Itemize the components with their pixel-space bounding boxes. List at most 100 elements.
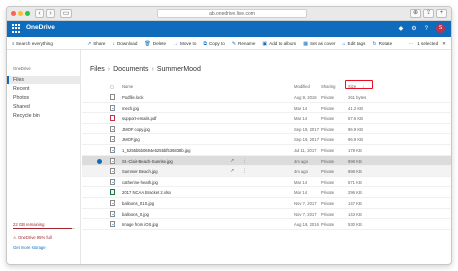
file-sharing: Private bbox=[321, 158, 335, 164]
share-page-button[interactable]: ⇪ bbox=[423, 9, 434, 18]
share-button[interactable]: ↗ Share bbox=[87, 41, 105, 47]
minimize-window-icon[interactable] bbox=[18, 11, 23, 16]
settings-gear-icon[interactable]: ⚙ bbox=[411, 25, 416, 32]
copy-to-button[interactable]: ⧉ Copy to bbox=[203, 41, 224, 47]
storage-remaining[interactable]: 22 GB remaining bbox=[13, 222, 44, 227]
table-row[interactable]: balloons_0.jpg Nov 7, 2017 Private 143 KB bbox=[82, 209, 451, 220]
file-name[interactable]: mech.jpg bbox=[122, 106, 272, 111]
rename-icon: ✎ bbox=[231, 40, 237, 47]
more-commands-button[interactable]: ··· bbox=[409, 41, 414, 46]
row-checkbox[interactable] bbox=[97, 158, 102, 164]
rotate-button[interactable]: ↻ Rotate bbox=[372, 41, 392, 47]
row-more-icon[interactable]: ⋮ bbox=[242, 168, 247, 174]
sidebar-toggle-button[interactable]: ▭ bbox=[60, 9, 72, 18]
table-row[interactable]: mech.jpg Mar 14 Private 41.2 KB bbox=[82, 103, 451, 114]
file-name[interactable]: catherine-heath.jpg bbox=[122, 180, 272, 185]
image-file-icon bbox=[110, 104, 115, 111]
column-header-sharing[interactable]: Sharing bbox=[321, 84, 335, 89]
file-name[interactable]: Podfile.lock bbox=[122, 95, 272, 100]
table-row[interactable]: 1_5255b5b0694e5255bf536838b.jpg Jul 11, 2… bbox=[82, 145, 451, 156]
file-name[interactable]: JMOF.jpg bbox=[122, 137, 272, 142]
move-to-button[interactable]: → Move to bbox=[173, 41, 196, 47]
close-window-icon[interactable] bbox=[11, 11, 16, 16]
rename-button[interactable]: ✎ Rename bbox=[232, 41, 256, 47]
breadcrumb-documents[interactable]: Documents bbox=[113, 66, 148, 73]
sidebar-item-recycle-bin[interactable]: Recycle bin bbox=[7, 112, 81, 120]
table-row[interactable]: balloons_01S.jpg Nov 7, 2017 Private 147 KB bbox=[82, 198, 451, 209]
file-name[interactable]: Image from iOS.jpg bbox=[122, 222, 272, 227]
edit-tags-button[interactable]: ⌂ Edit tags bbox=[342, 41, 365, 47]
table-row[interactable]: JMOF copy.jpg Sep 19, 2017 Private 96.9 KB bbox=[82, 124, 451, 135]
breadcrumb-files[interactable]: Files bbox=[90, 66, 105, 73]
table-row[interactable]: Summer Beach.jpg 4m ago Private 898 KB ↗ ⋮ bbox=[82, 166, 451, 177]
sidebar-item-files[interactable]: Files bbox=[7, 76, 81, 84]
row-checkbox[interactable] bbox=[97, 148, 102, 153]
file-name[interactable]: JMOF copy.jpg bbox=[122, 127, 272, 132]
file-name[interactable]: 1_5255b5b0694e5255bf536838b.jpg bbox=[122, 148, 272, 153]
file-size: 296 KB bbox=[348, 190, 362, 196]
command-label: Copy to bbox=[208, 41, 225, 46]
storage-warning[interactable]: ⚠ OneDrive 95% full bbox=[13, 235, 52, 240]
row-checkbox[interactable] bbox=[97, 127, 102, 132]
maximize-window-icon[interactable] bbox=[25, 11, 30, 16]
clear-selection-button[interactable]: ✕ bbox=[442, 41, 446, 47]
image-file-icon bbox=[110, 157, 115, 164]
file-sharing: Private bbox=[321, 105, 335, 111]
row-checkbox[interactable] bbox=[97, 116, 102, 121]
sidebar-item-photos[interactable]: Photos bbox=[7, 94, 81, 102]
new-tab-button[interactable]: + bbox=[436, 9, 447, 18]
row-checkbox[interactable] bbox=[97, 180, 102, 185]
table-row[interactable]: 2017 NCAA Bracket 2.xlsx Mar 14 Private 296… bbox=[82, 187, 451, 198]
row-checkbox[interactable] bbox=[97, 201, 102, 206]
column-header-name[interactable]: Name bbox=[122, 84, 133, 89]
row-checkbox[interactable] bbox=[97, 222, 102, 227]
get-more-storage-link[interactable]: Get more storage bbox=[13, 245, 46, 250]
download-button[interactable]: ↓ Download bbox=[112, 41, 137, 47]
row-checkbox[interactable] bbox=[97, 190, 102, 195]
table-row[interactable]: Podfile.lock Aug 9, 2016 Private 261 bytes bbox=[82, 92, 451, 103]
delete-button[interactable]: 🗑 Delete bbox=[144, 41, 166, 47]
search-icon: ⌕ bbox=[12, 41, 15, 46]
command-label: Add to album bbox=[269, 41, 297, 46]
file-name[interactable]: support-emails.pdf bbox=[122, 116, 272, 121]
search-input[interactable]: ⌕ Search everything bbox=[12, 39, 82, 48]
table-row[interactable]: support-emails.pdf Mar 14 Private 67.6 KB bbox=[82, 113, 451, 124]
file-name[interactable]: balloons_01S.jpg bbox=[122, 201, 272, 206]
file-size: 178 KB bbox=[348, 148, 362, 153]
add-to-album-button[interactable]: ▣ Add to album bbox=[262, 41, 296, 47]
table-row[interactable]: St.-Clair-Beach-Sunrise.jpg 4m ago Private… bbox=[82, 155, 451, 167]
table-row[interactable]: Image from iOS.jpg Aug 19, 2016 Private 530… bbox=[82, 219, 451, 230]
row-share-icon[interactable]: ↗ bbox=[230, 168, 234, 174]
row-share-icon[interactable]: ↗ bbox=[230, 158, 234, 164]
row-checkbox[interactable] bbox=[97, 95, 102, 100]
downloads-button[interactable]: ⊕ bbox=[410, 9, 421, 18]
row-checkbox[interactable] bbox=[97, 106, 102, 111]
avatar[interactable]: S bbox=[436, 24, 445, 33]
sidebar-item-shared[interactable]: Shared bbox=[7, 103, 81, 111]
row-checkbox[interactable] bbox=[97, 169, 102, 174]
file-type-header-icon[interactable]: ▢ bbox=[110, 84, 114, 89]
storage-usage-bar bbox=[13, 228, 75, 229]
address-bar[interactable]: ab.onedrive.live.com bbox=[157, 9, 307, 18]
file-name[interactable]: Summer Beach.jpg bbox=[122, 169, 272, 174]
forward-button[interactable]: › bbox=[46, 9, 55, 18]
app-launcher-icon[interactable] bbox=[12, 24, 21, 33]
row-checkbox[interactable] bbox=[97, 212, 102, 217]
set-as-cover-button[interactable]: ▦ Set as cover bbox=[303, 41, 335, 47]
table-row[interactable]: JMOF.jpg Sep 19, 2017 Private 96.9 KB bbox=[82, 134, 451, 145]
file-name[interactable]: St.-Clair-Beach-Sunrise.jpg bbox=[122, 159, 272, 164]
table-row[interactable]: catherine-heath.jpg Mar 14 Private 671 KB bbox=[82, 177, 451, 188]
row-checkbox[interactable] bbox=[97, 137, 102, 142]
app-brand[interactable]: OneDrive bbox=[26, 24, 55, 31]
file-modified: Jul 11, 2017 bbox=[294, 148, 317, 153]
premium-diamond-icon[interactable]: ◆ bbox=[399, 25, 404, 32]
help-icon[interactable]: ? bbox=[425, 26, 428, 32]
sidebar-item-recent[interactable]: Recent bbox=[7, 85, 81, 93]
file-list-area: Files › Documents › SummerMood ▢ Name Modifi… bbox=[82, 50, 451, 264]
row-more-icon[interactable]: ⋮ bbox=[242, 158, 247, 164]
file-name[interactable]: balloons_0.jpg bbox=[122, 212, 272, 217]
file-modified: Aug 19, 2016 bbox=[294, 222, 319, 228]
column-header-modified[interactable]: Modified bbox=[294, 84, 310, 89]
back-button[interactable]: ‹ bbox=[35, 9, 44, 18]
file-name[interactable]: 2017 NCAA Bracket 2.xlsx bbox=[122, 190, 272, 195]
